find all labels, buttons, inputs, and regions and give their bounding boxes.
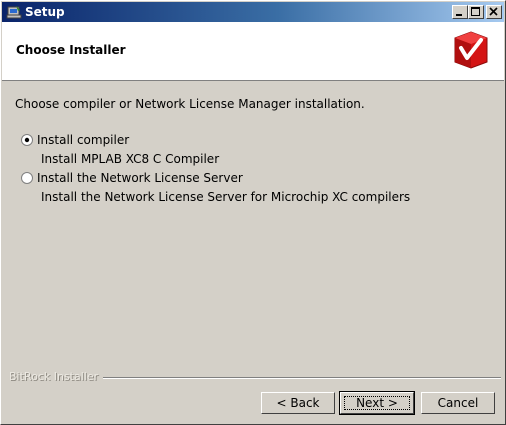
bitrock-brand: BitRock Installer (9, 370, 99, 383)
footer-separator (103, 377, 501, 379)
close-button[interactable] (486, 5, 502, 19)
page-header: Choose Installer (2, 22, 504, 81)
close-icon (489, 7, 498, 16)
page-title: Choose Installer (16, 43, 126, 57)
maximize-icon (471, 7, 480, 16)
minimize-icon (456, 14, 462, 16)
maximize-button[interactable] (468, 5, 484, 19)
install-compiler-label[interactable]: Install compiler (37, 133, 129, 147)
setup-app-icon (6, 4, 22, 20)
title-bar[interactable]: Setup (2, 2, 504, 22)
install-compiler-radio[interactable] (21, 134, 33, 146)
next-focus-ring (344, 396, 410, 410)
cancel-button[interactable]: Cancel (421, 392, 495, 414)
install-compiler-description: Install MPLAB XC8 C Compiler (41, 152, 220, 166)
install-license-server-description: Install the Network License Server for M… (41, 190, 411, 204)
setup-window: Setup Choose Installer Choose compiler o… (0, 0, 506, 425)
install-license-server-label[interactable]: Install the Network License Server (37, 171, 243, 185)
installer-logo-icon (449, 28, 493, 72)
install-license-server-radio[interactable] (21, 172, 33, 184)
next-button[interactable]: Next > (339, 391, 415, 415)
back-button[interactable]: < Back (261, 392, 335, 414)
minimize-button[interactable] (452, 5, 468, 19)
intro-text: Choose compiler or Network License Manag… (15, 97, 365, 111)
window-title: Setup (25, 5, 65, 19)
